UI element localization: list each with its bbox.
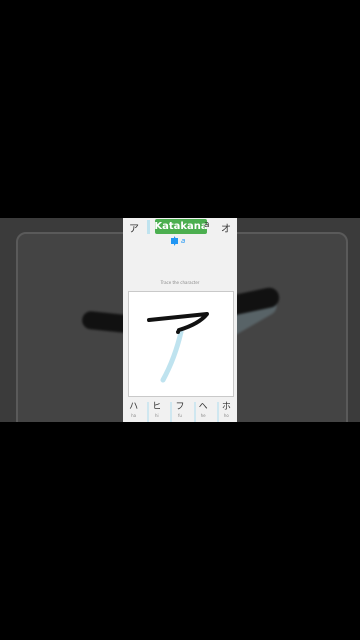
kana-romaji: he (200, 413, 206, 418)
app-window: ア オ Katakana a Trace the character ハ ha … (123, 218, 237, 422)
kana-glyph: フ (175, 402, 185, 412)
kana-next[interactable]: オ (221, 220, 231, 235)
kana-glyph: ヘ (198, 402, 208, 412)
kana-prev[interactable]: ア (129, 220, 139, 235)
stroke-svg (147, 312, 209, 383)
kana-cell[interactable]: ホ ho (216, 402, 234, 422)
stroke-start-dot (176, 330, 180, 334)
hidden-kana: a (204, 220, 210, 230)
kana-cell[interactable]: ヘ he (193, 402, 211, 422)
instruction-text: Trace the character (160, 280, 200, 285)
page-title: Katakana (154, 219, 208, 234)
romaji-label: a (181, 237, 186, 245)
kana-romaji: hi (154, 413, 159, 418)
kana-glyph: ハ (129, 402, 139, 412)
drawing-canvas[interactable] (128, 291, 234, 397)
guide-stroke (160, 329, 184, 383)
kana-romaji: ho (223, 413, 229, 418)
kana-cell[interactable]: ハ ha (126, 402, 141, 422)
kana-glyph: ホ (221, 402, 231, 412)
kana-romaji: fu (177, 413, 182, 418)
kana-strip-bottom: ハ ha ヒ hi フ fu ヘ he ホ ho (123, 402, 237, 422)
kana-cell[interactable]: ヒ hi (147, 402, 164, 422)
drawn-stroke (147, 312, 209, 332)
kana-romaji: ha (131, 413, 137, 418)
audio-row[interactable]: a (171, 236, 186, 246)
divider (146, 220, 150, 234)
kana-cell[interactable]: フ fu (170, 402, 187, 422)
kana-glyph: ヒ (152, 402, 162, 412)
speaker-icon[interactable] (171, 236, 178, 246)
